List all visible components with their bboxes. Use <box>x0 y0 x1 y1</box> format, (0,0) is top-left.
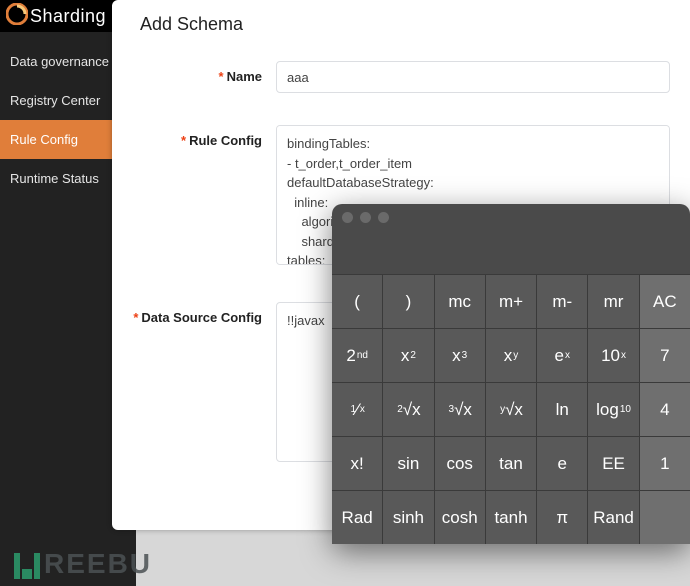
label-data-source-config: *Data Source Config <box>112 302 276 325</box>
calc-key[interactable]: log10 <box>588 382 639 436</box>
logo-text: Sharding <box>30 6 106 27</box>
calc-key[interactable]: ln <box>537 382 588 436</box>
calc-key[interactable]: EE <box>588 436 639 490</box>
calc-key[interactable]: 10x <box>588 328 639 382</box>
calc-key[interactable]: sin <box>383 436 434 490</box>
calc-key[interactable]: cosh <box>435 490 486 544</box>
calc-key[interactable]: x! <box>332 436 383 490</box>
calc-key[interactable] <box>640 490 690 544</box>
calc-key[interactable]: m+ <box>486 274 537 328</box>
calc-key[interactable]: e <box>537 436 588 490</box>
calc-key[interactable]: y√x <box>486 382 537 436</box>
calc-key[interactable]: mr <box>588 274 639 328</box>
watermark: REEBU <box>14 548 152 580</box>
logo-icon <box>6 3 28 30</box>
page-title: Add Schema <box>112 0 690 61</box>
calc-key[interactable]: 2nd <box>332 328 383 382</box>
calc-key[interactable]: Rad <box>332 490 383 544</box>
calc-key[interactable]: cos <box>435 436 486 490</box>
name-input[interactable] <box>276 61 670 93</box>
watermark-text: REEBU <box>44 548 152 580</box>
label-rule-config: *Rule Config <box>112 125 276 148</box>
window-zoom-icon[interactable] <box>378 212 389 223</box>
calc-key[interactable]: ) <box>383 274 434 328</box>
calc-key[interactable]: x3 <box>435 328 486 382</box>
calc-key[interactable]: tanh <box>486 490 537 544</box>
calc-key[interactable]: 1 <box>640 436 690 490</box>
calc-key[interactable]: Rand <box>588 490 639 544</box>
calculator-keys: ()mcm+m-mrAC2ndx2x3xyex10x71⁄x2√x3√xy√xl… <box>332 274 690 544</box>
calc-key[interactable]: x2 <box>383 328 434 382</box>
label-name: *Name <box>112 61 276 84</box>
calc-key[interactable]: π <box>537 490 588 544</box>
calculator-titlebar[interactable] <box>332 204 690 230</box>
calculator-window[interactable]: ()mcm+m-mrAC2ndx2x3xyex10x71⁄x2√x3√xy√xl… <box>332 204 690 544</box>
calc-key[interactable]: AC <box>640 274 690 328</box>
calc-key[interactable]: xy <box>486 328 537 382</box>
calculator-display <box>332 230 690 274</box>
watermark-icon <box>14 549 40 579</box>
calc-key[interactable]: 1⁄x <box>332 382 383 436</box>
calc-key[interactable]: mc <box>435 274 486 328</box>
calc-key[interactable]: ex <box>537 328 588 382</box>
calc-key[interactable]: m- <box>537 274 588 328</box>
calc-key[interactable]: 3√x <box>435 382 486 436</box>
calc-key[interactable]: 7 <box>640 328 690 382</box>
window-close-icon[interactable] <box>342 212 353 223</box>
calc-key[interactable]: 2√x <box>383 382 434 436</box>
row-name: *Name <box>112 61 690 93</box>
window-minimize-icon[interactable] <box>360 212 371 223</box>
calc-key[interactable]: tan <box>486 436 537 490</box>
calc-key[interactable]: ( <box>332 274 383 328</box>
calc-key[interactable]: 4 <box>640 382 690 436</box>
calc-key[interactable]: sinh <box>383 490 434 544</box>
